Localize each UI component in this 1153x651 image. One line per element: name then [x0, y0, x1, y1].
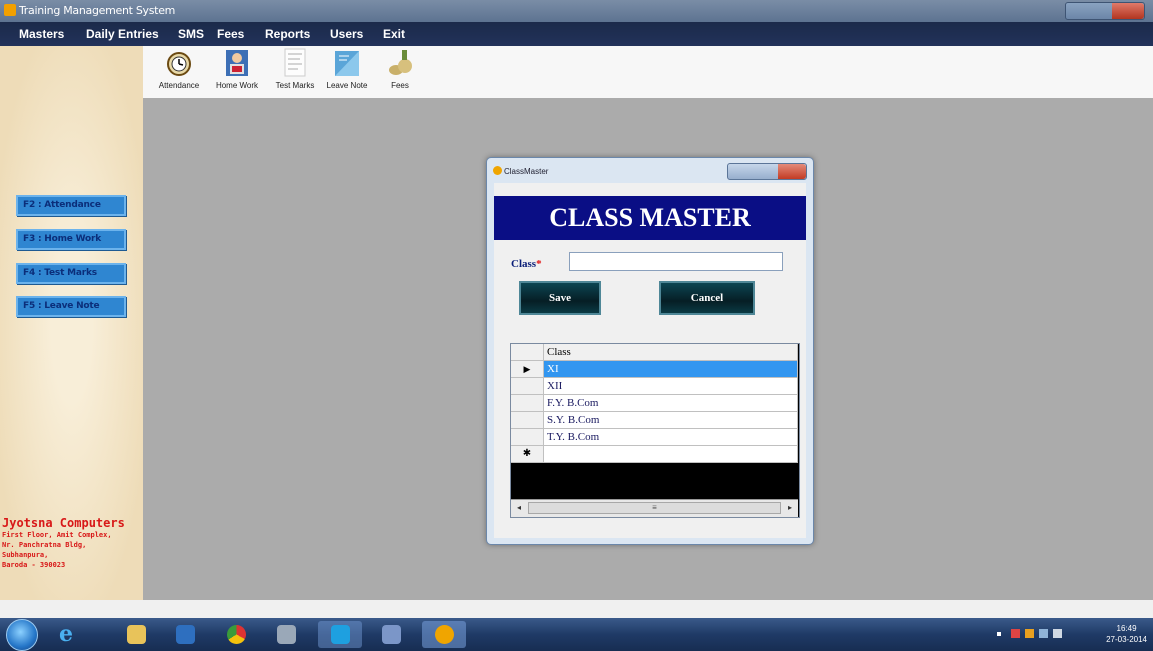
cancel-button[interactable]: Cancel — [659, 281, 755, 315]
clock[interactable]: 16:49 27-03-2014 — [1106, 623, 1147, 645]
shortcut-test-marks[interactable]: F4 : Test Marks — [16, 263, 126, 284]
company-address-line: Nr. Panchratna Bldg, — [2, 541, 87, 549]
toolbar-label: Attendance — [158, 81, 200, 90]
shortcut-attendance[interactable]: F2 : Attendance — [16, 195, 126, 216]
class-grid: Class ▶ XI XII F.Y. B.Com S.Y. B.Com T.Y… — [510, 343, 800, 518]
menu-exit[interactable]: Exit — [383, 27, 405, 41]
student-icon — [224, 48, 250, 78]
volume-icon[interactable] — [1053, 629, 1062, 638]
toolbar-label: Fees — [391, 81, 409, 90]
grid-horizontal-scrollbar[interactable]: ◂ ≡ ▸ — [511, 499, 798, 517]
shortcut-leave-note[interactable]: F5 : Leave Note — [16, 296, 126, 317]
show-hidden-icons[interactable] — [997, 632, 1001, 636]
company-info: Jyotsna Computers First Floor, Amit Comp… — [2, 517, 142, 570]
class-input[interactable] — [569, 252, 783, 271]
training-app-icon — [435, 625, 454, 644]
row-selector[interactable] — [511, 412, 544, 429]
document-app-icon — [382, 625, 401, 644]
clock-date: 27-03-2014 — [1106, 635, 1147, 644]
note-icon — [334, 48, 360, 78]
company-address-line: First Floor, Amit Complex, — [2, 531, 112, 539]
scroll-thumb[interactable]: ≡ — [528, 502, 781, 514]
company-address-line: Subhanpura, — [2, 551, 49, 559]
skype-icon — [331, 625, 350, 644]
toolbar-fees-button[interactable]: Fees — [380, 48, 420, 90]
menu-users[interactable]: Users — [330, 27, 363, 41]
required-mark: * — [536, 258, 542, 270]
status-strip — [0, 600, 1153, 618]
flag-icon[interactable] — [1011, 629, 1020, 638]
security-icon[interactable] — [1025, 629, 1034, 638]
toolbar-label: Leave Note — [326, 81, 368, 90]
shortcut-home-work[interactable]: F3 : Home Work — [16, 229, 126, 250]
taskbar-training-app-button[interactable] — [422, 621, 466, 648]
toolbar-leave-note-button[interactable]: Leave Note — [321, 48, 373, 90]
window-title-bar[interactable]: Training Management System — [0, 0, 1153, 22]
class-label: Class* — [511, 258, 542, 270]
taskbar-explorer-button[interactable] — [114, 621, 158, 648]
dialog-banner: CLASS MASTER — [494, 196, 806, 240]
toolbar-home-work-button[interactable]: Home Work — [211, 48, 263, 90]
company-name: Jyotsna Computers — [2, 516, 125, 530]
table-row[interactable]: XI — [544, 361, 798, 378]
dialog-title: ClassMaster — [504, 167, 549, 176]
folder-icon — [127, 625, 146, 644]
new-row[interactable] — [544, 446, 798, 463]
row-selector[interactable] — [511, 395, 544, 412]
toolbar-label: Test Marks — [275, 81, 315, 90]
table-row[interactable]: XII — [544, 378, 798, 395]
taskbar-media-player-button[interactable] — [163, 621, 207, 648]
clock-time: 16:49 — [1116, 624, 1137, 633]
save-button[interactable]: Save — [519, 281, 601, 315]
toolbar: Attendance Home Work Test Marks Leave No… — [143, 46, 1153, 98]
menu-masters[interactable]: Masters — [19, 27, 64, 41]
dialog-app-icon — [493, 166, 502, 175]
toolbar-test-marks-button[interactable]: Test Marks — [271, 48, 319, 90]
network-status-icon[interactable] — [1039, 629, 1048, 638]
dialog-window-controls[interactable] — [727, 163, 807, 180]
app-icon — [4, 4, 16, 16]
toolbar-label: Home Work — [215, 81, 259, 90]
taskbar-network-button[interactable] — [264, 621, 308, 648]
menu-sms[interactable]: SMS — [178, 27, 204, 41]
window-controls[interactable] — [1065, 2, 1145, 20]
column-header-class[interactable]: Class — [544, 344, 798, 361]
class-label-text: Class — [511, 258, 537, 270]
table-row[interactable]: S.Y. B.Com — [544, 412, 798, 429]
start-button[interactable] — [6, 619, 38, 651]
window-title: Training Management System — [19, 4, 176, 17]
taskbar-chrome-button[interactable] — [214, 621, 258, 648]
money-icon — [387, 48, 413, 78]
row-selector[interactable] — [511, 378, 544, 395]
class-master-dialog: ClassMaster CLASS MASTER Class* Save Can… — [486, 157, 814, 545]
grid-corner-header — [511, 344, 544, 361]
company-address-line: Baroda - 390023 — [2, 561, 66, 569]
taskbar-skype-button[interactable] — [318, 621, 362, 648]
internet-explorer-icon: e — [59, 621, 73, 647]
toolbar-attendance-button[interactable]: Attendance — [150, 48, 208, 90]
table-row[interactable]: F.Y. B.Com — [544, 395, 798, 412]
scroll-left-icon[interactable]: ◂ — [511, 500, 527, 516]
menu-bar: Masters Daily Entries SMS Fees Reports U… — [0, 22, 1153, 46]
dialog-body: CLASS MASTER Class* Save Cancel Class ▶ … — [494, 183, 806, 538]
row-selector[interactable] — [511, 429, 544, 446]
media-player-icon — [176, 625, 195, 644]
dialog-close-button[interactable] — [778, 164, 806, 179]
menu-reports[interactable]: Reports — [265, 27, 310, 41]
menu-daily-entries[interactable]: Daily Entries — [86, 27, 159, 41]
table-row[interactable]: T.Y. B.Com — [544, 429, 798, 446]
menu-fees[interactable]: Fees — [217, 27, 244, 41]
network-icon — [277, 625, 296, 644]
taskbar: e 16:49 27-03-2014 — [0, 618, 1153, 651]
taskbar-ie-button[interactable]: e — [46, 621, 90, 648]
clock-icon — [166, 48, 192, 78]
scroll-right-icon[interactable]: ▸ — [782, 500, 798, 516]
chrome-icon — [227, 625, 246, 644]
row-selector[interactable]: ▶ — [511, 361, 544, 378]
new-row-selector[interactable]: ✱ — [511, 446, 544, 463]
window-close-button[interactable] — [1112, 3, 1144, 19]
document-icon — [282, 48, 308, 78]
taskbar-word-button[interactable] — [369, 621, 413, 648]
system-tray: 16:49 27-03-2014 — [983, 618, 1153, 651]
